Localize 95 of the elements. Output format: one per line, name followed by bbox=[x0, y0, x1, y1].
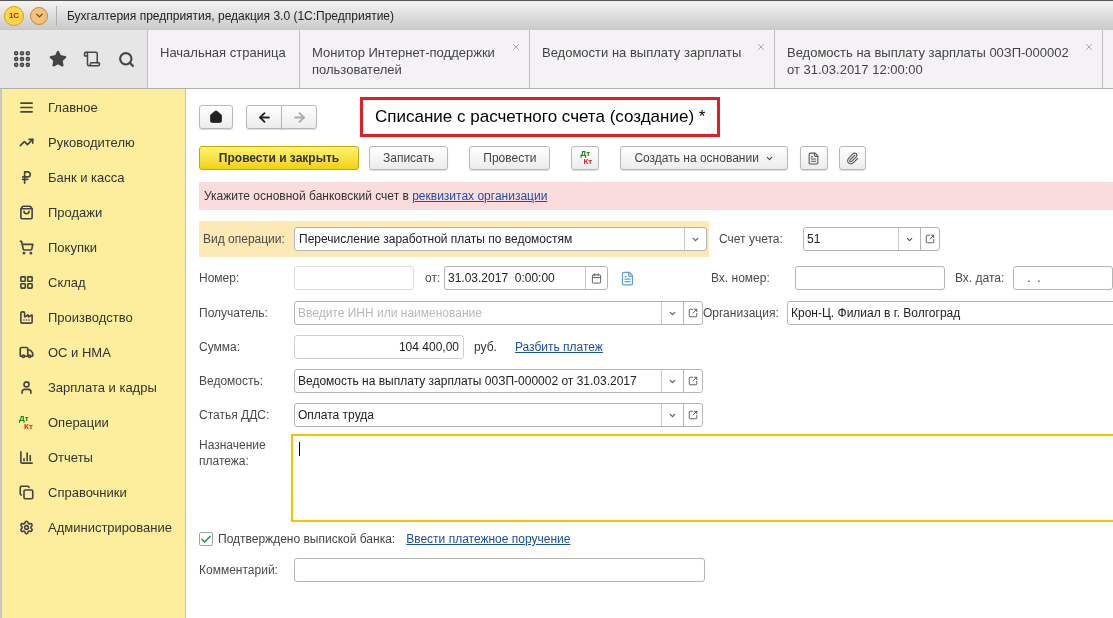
sidebar-item[interactable]: Зарплата и кадры bbox=[2, 370, 185, 405]
field-label: Назначение платежа: bbox=[199, 437, 267, 470]
debit-credit-icon: Дт Кт bbox=[19, 414, 33, 431]
comment-field[interactable] bbox=[294, 558, 705, 582]
text-cursor bbox=[299, 442, 300, 456]
field-label: Комментарий: bbox=[199, 562, 279, 579]
operation-select[interactable]: Перечисление заработной платы по ведомостям bbox=[294, 227, 707, 251]
sidebar-item[interactable]: Производство bbox=[2, 300, 185, 335]
confirmed-checkbox[interactable] bbox=[199, 532, 213, 546]
person-icon bbox=[18, 380, 34, 395]
sidebar-item[interactable]: ОС и НМА bbox=[2, 335, 185, 370]
right-arrow-icon bbox=[291, 109, 307, 125]
post-and-close-button[interactable]: Провести и закрыть bbox=[199, 146, 359, 170]
open-icon bbox=[925, 234, 935, 244]
sidebar-item[interactable]: Отчеты bbox=[2, 440, 185, 475]
menu-icon bbox=[18, 100, 34, 115]
home-icon bbox=[209, 110, 223, 124]
attach-button[interactable] bbox=[838, 146, 866, 170]
open-button[interactable] bbox=[683, 369, 703, 393]
amount-field[interactable]: 104 400,00 bbox=[294, 335, 464, 359]
factory-icon bbox=[18, 310, 34, 325]
sidebar-item[interactable]: Продажи bbox=[2, 195, 185, 230]
truck-icon bbox=[18, 345, 34, 360]
paperclip-icon bbox=[845, 151, 859, 165]
currency-label: руб. bbox=[474, 339, 497, 356]
field-label: Вид операции: bbox=[203, 231, 286, 248]
close-icon[interactable] bbox=[1084, 42, 1094, 52]
toolbar-button[interactable]: Провести bbox=[469, 146, 551, 170]
window-title: Бухгалтерия предприятия, редакция 3.0 (1С:Предприятие) bbox=[67, 7, 395, 25]
open-icon bbox=[688, 376, 698, 386]
grid-icon bbox=[18, 275, 34, 290]
sidebar-item[interactable]: Банк и касса bbox=[2, 160, 185, 195]
incoming-date-field[interactable]: . . bbox=[1013, 266, 1113, 290]
copy-icon bbox=[18, 485, 34, 500]
organization-details-link[interactable]: реквизитах организации bbox=[412, 189, 548, 203]
system-menu-button[interactable] bbox=[30, 6, 48, 25]
sidebar-item[interactable]: Дт Кт Операции bbox=[2, 405, 185, 440]
bar-chart-icon bbox=[18, 450, 34, 465]
field-label: Организация: bbox=[703, 305, 780, 322]
bag-icon bbox=[18, 205, 34, 220]
caret-icon bbox=[33, 10, 45, 21]
home-button[interactable] bbox=[199, 105, 233, 129]
organization-field[interactable]: Крон-Ц. Филиал в г. Волгоград bbox=[787, 301, 1113, 325]
scroll-icon[interactable] bbox=[83, 50, 102, 68]
create-based-on-button[interactable]: Создать на основании bbox=[620, 146, 788, 170]
sidebar-item[interactable]: Покупки bbox=[2, 230, 185, 265]
sidebar-item[interactable]: Склад bbox=[2, 265, 185, 300]
statement-select[interactable]: Ведомость на выплату зарплаты 00ЗП-000002 от 31.03.2017 bbox=[294, 369, 684, 393]
field-label: Получатель: bbox=[199, 305, 269, 322]
field-label: Вх. дата: bbox=[955, 270, 1006, 287]
form-title: Списание с расчетного счета (создание) * bbox=[360, 97, 721, 137]
field-label: Статья ДДС: bbox=[199, 407, 271, 424]
cart-icon bbox=[18, 240, 34, 255]
incoming-number-field[interactable] bbox=[795, 266, 945, 290]
settings-icon bbox=[18, 520, 34, 535]
field-label: Ведомость: bbox=[199, 373, 265, 390]
search-icon[interactable] bbox=[117, 50, 135, 68]
open-button[interactable] bbox=[683, 403, 703, 427]
tab[interactable]: Монитор Интернет-поддержки пользователей bbox=[300, 30, 530, 88]
open-button[interactable] bbox=[920, 227, 940, 251]
sidebar-item[interactable]: Руководителю bbox=[2, 125, 185, 160]
field-label: Сумма: bbox=[199, 339, 242, 356]
account-select[interactable]: 51 bbox=[803, 227, 921, 251]
tab[interactable]: Ведомости на выплату зарплаты bbox=[530, 30, 775, 88]
cash-flow-item-select[interactable]: Оплата труда bbox=[294, 403, 684, 427]
open-button[interactable] bbox=[683, 301, 703, 325]
star-icon[interactable] bbox=[48, 50, 67, 68]
enter-payment-order-link[interactable]: Ввести платежное поручение bbox=[406, 530, 571, 548]
close-icon[interactable] bbox=[756, 42, 766, 52]
field-label: Вх. номер: bbox=[711, 270, 771, 287]
open-icon bbox=[688, 410, 698, 420]
toolbar-button[interactable]: Записать bbox=[369, 146, 449, 170]
sidebar-item[interactable]: Главное bbox=[2, 90, 185, 125]
tab[interactable]: Ведомость на выплату зарплаты 00ЗП-000002 от 31.03.2017 12:00:00 bbox=[775, 30, 1103, 88]
close-icon[interactable] bbox=[511, 42, 521, 52]
field-label: Номер: bbox=[199, 270, 241, 287]
document-icon[interactable] bbox=[620, 270, 635, 286]
sidebar-item[interactable]: Справочники bbox=[2, 475, 185, 510]
calendar-icon bbox=[591, 272, 602, 284]
report-button[interactable] bbox=[799, 146, 828, 170]
apps-grid-icon[interactable] bbox=[12, 49, 33, 69]
app-logo: 1С bbox=[4, 5, 24, 26]
sidebar-item[interactable]: Администрирование bbox=[2, 510, 185, 545]
field-label: Счет учета: bbox=[719, 231, 784, 248]
debit-credit-icon: Дт Кт bbox=[578, 150, 593, 166]
purpose-textarea[interactable] bbox=[291, 434, 1113, 522]
field-label: от: bbox=[425, 270, 442, 287]
warning-message: Укажите основной банковский счет в реквизитах организации bbox=[204, 188, 548, 205]
checkbox-label: Подтверждено выпиской банка: bbox=[218, 531, 396, 548]
open-icon bbox=[688, 308, 698, 318]
document-icon bbox=[807, 151, 821, 165]
split-payment-link[interactable]: Разбить платеж bbox=[514, 338, 603, 356]
tab[interactable]: Начальная страница bbox=[148, 30, 300, 88]
back-button[interactable] bbox=[246, 105, 282, 129]
debit-credit-button[interactable]: Дт Кт bbox=[571, 146, 600, 170]
